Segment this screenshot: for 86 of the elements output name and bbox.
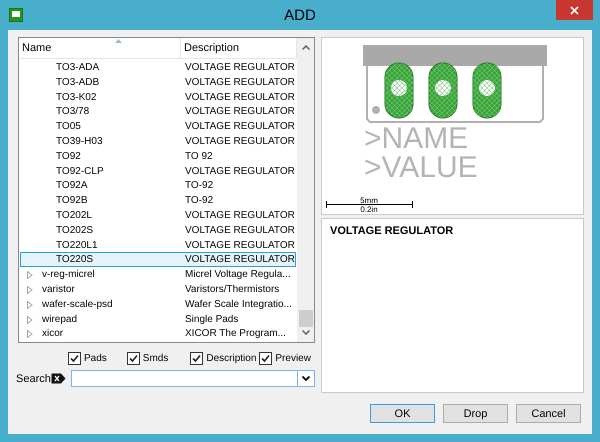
package-name: TO220S: [56, 253, 94, 268]
package-description: VOLTAGE REGULATOR: [184, 106, 295, 118]
clear-search-icon[interactable]: [51, 373, 66, 384]
package-description: VOLTAGE REGULATOR: [184, 254, 295, 266]
package-description: VOLTAGE REGULATOR: [184, 76, 295, 88]
tree-row[interactable]: TO3-K02 VOLTAGE REGULATOR: [20, 90, 296, 104]
package-description: TO 92: [184, 150, 213, 162]
scroll-thumb[interactable]: [299, 310, 313, 327]
package-description: VOLTAGE REGULATOR: [184, 240, 295, 251]
package-description: TO-92: [184, 195, 214, 206]
package-description: Wafer Scale Integratio...: [184, 298, 292, 310]
package-description: VOLTAGE REGULATOR: [184, 224, 295, 236]
silkscreen-value-text: >VALUE: [364, 153, 478, 183]
package-description: VOLTAGE REGULATOR: [184, 92, 295, 103]
package-name: TO05: [56, 120, 81, 134]
checkbox-label: Pads: [84, 352, 107, 364]
tree-row[interactable]: TO3/78 VOLTAGE REGULATOR: [20, 104, 296, 120]
checkbox[interactable]: [190, 352, 204, 364]
sort-ascending-icon: [115, 39, 122, 43]
tree-row[interactable]: TO92A TO-92: [20, 178, 296, 194]
checkbox[interactable]: [68, 352, 81, 364]
package-description: VOLTAGE REGULATOR: [184, 62, 295, 73]
tree-row[interactable]: varistor Varistors/Thermistors: [20, 282, 296, 297]
search-label: Search: [16, 372, 49, 384]
package-description: VOLTAGE REGULATOR: [184, 166, 295, 177]
tree-row[interactable]: TO05 VOLTAGE REGULATOR: [20, 119, 296, 134]
package-description: TO-92: [184, 180, 214, 192]
package-name: TO92: [56, 150, 81, 164]
package-name: TO220L1: [56, 238, 98, 253]
tree-row[interactable]: TO202L VOLTAGE REGULATOR: [20, 208, 296, 223]
tree-row[interactable]: xicor XICOR The Program...: [20, 326, 296, 342]
package-name: TO39-H03: [56, 134, 103, 149]
package-description: Micrel Voltage Regula...: [184, 269, 291, 280]
group-name: varistor: [42, 282, 75, 297]
group-name: wirepad: [42, 312, 78, 327]
tree-row[interactable]: v-reg-micrel Micrel Voltage Regula...: [20, 267, 296, 282]
package-description: XICOR The Program...: [184, 328, 286, 340]
search-field[interactable]: [71, 370, 315, 387]
dialog-button[interactable]: OK: [370, 404, 435, 423]
tree-row[interactable]: TO92B TO-92: [20, 193, 296, 208]
close-button[interactable]: [556, 0, 593, 20]
checkbox-label: Smds: [142, 352, 168, 364]
package-name: TO3-ADA: [56, 61, 100, 75]
package-description: Varistors/Thermistors: [184, 284, 280, 295]
tree-row[interactable]: TO220S VOLTAGE REGULATOR: [20, 252, 296, 268]
tree-row[interactable]: TO3-ADB VOLTAGE REGULATOR: [20, 74, 296, 90]
dialog-button[interactable]: Drop: [443, 404, 508, 423]
package-name: TO92B: [56, 194, 88, 208]
scroll-up-icon[interactable]: [302, 45, 310, 50]
app-icon: [9, 8, 23, 22]
checkbox-label: Preview: [275, 352, 311, 364]
tree-row[interactable]: TO92 TO 92: [20, 148, 296, 164]
silkscreen-name-text: >NAME: [364, 124, 468, 154]
tree-row[interactable]: TO220L1 VOLTAGE REGULATOR: [20, 238, 296, 252]
checkbox[interactable]: [259, 352, 272, 364]
package-name: TO202L: [56, 208, 92, 223]
chevron-down-icon[interactable]: [302, 376, 310, 381]
tree-row[interactable]: wirepad Single Pads: [20, 312, 296, 326]
tree-row[interactable]: TO92-CLP VOLTAGE REGULATOR: [20, 164, 296, 178]
scrollbar[interactable]: [297, 38, 314, 342]
scale-mm-label: 5mm: [360, 196, 378, 205]
scroll-down-icon[interactable]: [302, 330, 310, 335]
group-name: xicor: [42, 327, 64, 342]
checkbox[interactable]: [126, 352, 140, 364]
package-name: TO92A: [56, 179, 88, 194]
dialog-button[interactable]: Cancel: [516, 404, 581, 423]
package-name: TO3/78: [56, 105, 90, 120]
package-description: VOLTAGE REGULATOR: [184, 121, 295, 132]
package-description: VOLTAGE REGULATOR: [184, 136, 295, 147]
package-name: TO92-CLP: [56, 164, 104, 179]
tree-row[interactable]: TO3-ADA VOLTAGE REGULATOR: [20, 60, 296, 75]
package-description: Single Pads: [184, 314, 238, 325]
package-name: TO3-K02: [56, 90, 96, 105]
close-icon[interactable]: [570, 6, 579, 14]
scale-inch-label: 0.2in: [360, 205, 378, 214]
package-description: VOLTAGE REGULATOR: [184, 210, 295, 221]
tree-row[interactable]: wafer-scale-psd Wafer Scale Integratio...: [20, 296, 296, 312]
tree-row[interactable]: TO202S VOLTAGE REGULATOR: [20, 222, 296, 238]
group-name: wafer-scale-psd: [42, 298, 113, 312]
window-title: ADD: [284, 7, 316, 24]
checkbox-label: Description: [206, 352, 256, 364]
tree-row[interactable]: TO39-H03 VOLTAGE REGULATOR: [20, 134, 296, 149]
package-name: TO202S: [56, 224, 94, 238]
description-text: VOLTAGE REGULATOR: [330, 225, 454, 237]
group-name: v-reg-micrel: [42, 268, 95, 282]
package-name: TO3-ADB: [56, 76, 100, 90]
